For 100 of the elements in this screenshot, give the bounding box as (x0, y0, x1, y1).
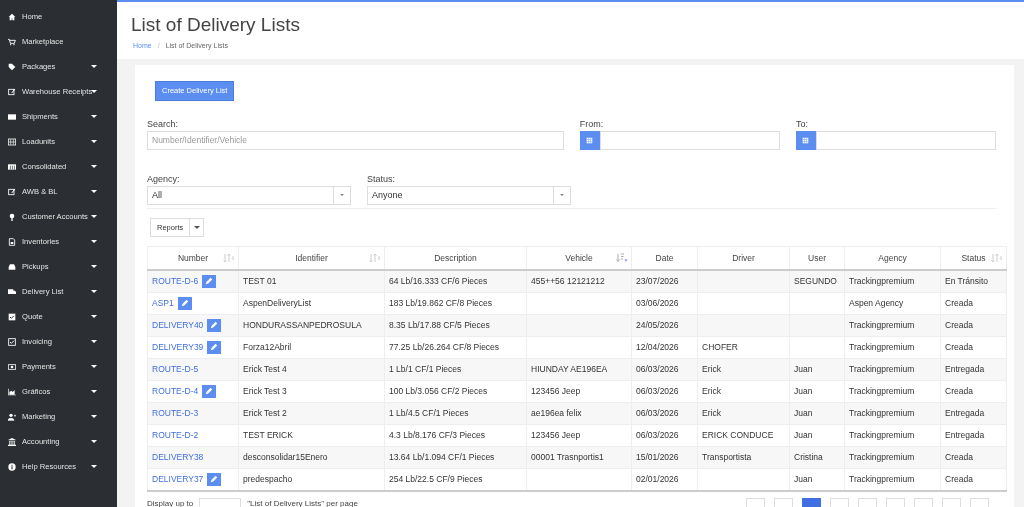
table-cell: CHOFER (702, 342, 738, 352)
column-header[interactable]: Number (177, 252, 209, 263)
table-cell: Trackingpremium (849, 386, 915, 396)
document-icon (8, 237, 16, 246)
table-cell: 23/07/2026 (636, 276, 679, 286)
pencil-icon (205, 277, 214, 285)
table-cell: HIUNDAY AE196EA (531, 364, 608, 374)
table-cell: Erick (702, 408, 721, 418)
table-cell: AspenDeliveryList (243, 298, 312, 308)
grid-icon (8, 137, 16, 146)
table-cell: 77.25 Lb/26.264 CF/8 Pieces (389, 342, 500, 352)
table-cell: Trackingpremium (849, 430, 915, 440)
table-cell: SEGUNDO (794, 276, 837, 286)
table-cell: Trackingpremium (849, 342, 915, 352)
date-field[interactable] (599, 130, 780, 150)
calendar-button[interactable] (795, 130, 816, 150)
field-label: To: (795, 118, 809, 129)
edit-button[interactable] (202, 274, 217, 288)
status-select[interactable]: Anyone (367, 185, 571, 205)
table-cell: TEST 01 (243, 276, 277, 286)
card-icon (8, 112, 16, 121)
pencil-icon (210, 343, 219, 351)
table-cell: Erick (702, 364, 721, 374)
cart-icon (8, 37, 16, 46)
table-cell: Juan (794, 430, 813, 440)
page-size-select[interactable] (199, 497, 242, 507)
column-header: User (808, 252, 826, 263)
table-cell: 06/03/2026 (636, 364, 679, 374)
table-cell: Juan (794, 364, 813, 374)
table-cell: HONDURASSANPEDROSULA (243, 320, 362, 330)
table-cell: predespacho (243, 474, 293, 484)
table-cell: Creada (945, 298, 973, 308)
caret-icon (193, 225, 200, 229)
table-cell: 455++56 12121212 (531, 276, 605, 286)
table-cell: 64 Lb/16.333 CF/6 Pieces (389, 276, 488, 286)
table-cell: Erick Test 4 (243, 364, 287, 374)
date-field[interactable] (815, 130, 996, 150)
edit-button[interactable] (207, 318, 222, 332)
table-cell: Juan (794, 474, 813, 484)
field-label: Agency: (147, 173, 181, 184)
home-icon (8, 12, 16, 21)
pencil-icon (210, 321, 219, 329)
table-cell: Trackingpremium (849, 474, 915, 484)
page-title: List of Delivery Lists (131, 14, 301, 36)
calendar-button[interactable] (579, 130, 600, 150)
bank-icon (8, 437, 16, 446)
table-cell: Erick Test 3 (243, 386, 287, 396)
pencil-icon (205, 387, 214, 395)
table-cell: Creada (945, 320, 973, 330)
tags-icon (8, 62, 16, 71)
pencil-icon (180, 299, 189, 307)
column-header: Driver (732, 252, 755, 263)
calendar-icon (802, 136, 810, 144)
dropdown-arrow-icon (560, 194, 564, 196)
table-cell: 123456 Jeep (531, 386, 581, 396)
agency-select[interactable]: All (147, 185, 351, 205)
table-cell: 8.35 Lb/17.88 CF/5 Pieces (389, 320, 490, 330)
table-cell: 12/04/2026 (636, 342, 679, 352)
edit-button[interactable] (207, 340, 222, 354)
column-header[interactable]: Identifier (295, 252, 328, 263)
pencil-icon (210, 475, 219, 483)
table-cell: Trackingpremium (849, 364, 915, 374)
table-cell: En Tránsito (945, 276, 988, 286)
search-field[interactable]: Number/Identifier/Vehicle (147, 130, 564, 150)
area-chart-icon (8, 387, 16, 396)
table-cell: 02/01/2026 (636, 474, 679, 484)
table-cell: Transportista (702, 452, 752, 462)
table-cell: Entregada (945, 430, 985, 440)
edit-button[interactable] (202, 384, 217, 398)
table-cell: Cristina (794, 452, 823, 462)
number-link[interactable]: ASP1 (152, 298, 174, 308)
dropdown-arrow-icon (340, 194, 344, 196)
table-icon (8, 162, 16, 171)
table-cell: 06/03/2026 (636, 430, 679, 440)
edit-button[interactable] (207, 472, 222, 486)
table-cell: 13.64 Lb/1.094 CF/1 Pieces (389, 452, 495, 462)
column-header[interactable]: Vehicle (565, 252, 593, 263)
table-cell: 123456 Jeep (531, 430, 581, 440)
column-header[interactable]: Status (961, 252, 986, 263)
table-cell: Creada (945, 342, 973, 352)
field-label: From: (579, 118, 605, 129)
reports-dropdown-button[interactable] (190, 217, 205, 237)
pagination-button[interactable] (802, 497, 821, 507)
table-cell: Trackingpremium (849, 320, 915, 330)
table-cell: Creada (945, 474, 973, 484)
table-cell: Trackingpremium (849, 452, 915, 462)
table-cell: 1 Lb/4.5 CF/1 Pieces (389, 408, 469, 418)
edit-button[interactable] (177, 296, 192, 310)
field-label: Search: (147, 118, 180, 129)
column-header: Date (655, 252, 674, 263)
table-cell: 254 Lb/22.5 CF/9 Pieces (389, 474, 483, 484)
checkbox-icon (8, 312, 16, 321)
table-cell: Forza12Abril (243, 342, 292, 352)
table-cell: ERICK CONDUCE (702, 430, 774, 440)
edit-icon (8, 187, 16, 196)
table-cell: 15/01/2026 (636, 452, 679, 462)
table-cell: Trackingpremium (849, 276, 915, 286)
table-cell: 00001 Trasnportis1 (531, 452, 604, 462)
field-label: Status: (367, 173, 396, 184)
table-cell: Erick (702, 386, 721, 396)
